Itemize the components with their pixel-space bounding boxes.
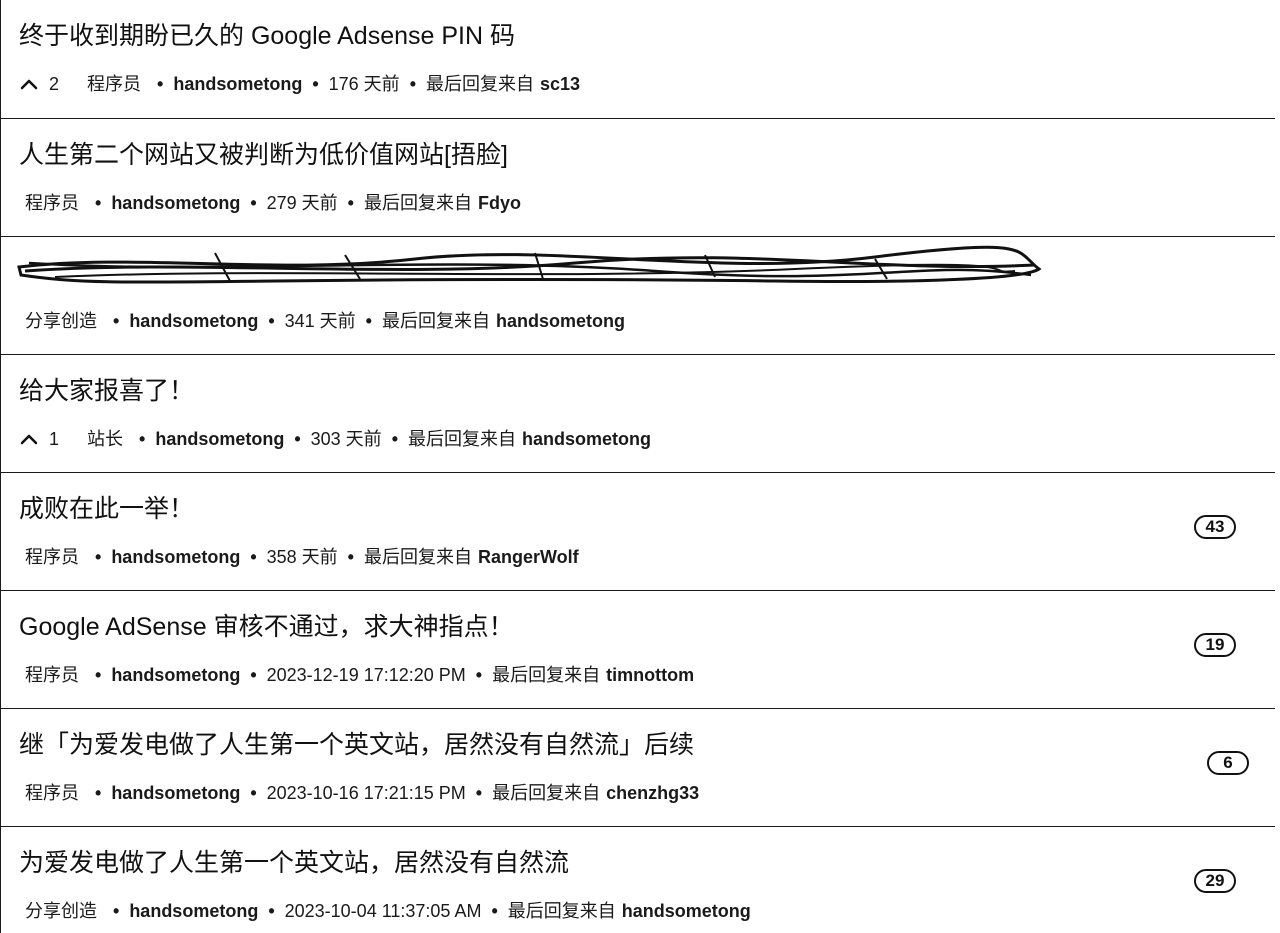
topic-meta: 程序员 • handsometong • 358 天前 • 最后回复来自 Ran…: [19, 543, 579, 571]
separator-dot: •: [95, 665, 102, 685]
separator-dot: •: [312, 74, 319, 94]
topic-title-link[interactable]: 成败在此一举！: [19, 493, 194, 525]
separator-dot: •: [391, 429, 398, 449]
separator-dot: •: [491, 901, 498, 921]
node-link[interactable]: 程序员: [25, 661, 79, 689]
vote-count-group[interactable]: 1: [19, 425, 59, 453]
topic-item: 给大家报喜了！ 1 站长 • handsometong • 303 天前 • 最…: [0, 354, 1275, 472]
author-link[interactable]: handsometong: [155, 425, 284, 453]
last-reply-label: 最后回复来自: [492, 783, 601, 803]
author-link[interactable]: handsometong: [129, 897, 258, 925]
separator-dot: •: [250, 193, 257, 213]
post-time: 341 天前: [284, 311, 356, 331]
post-time: 2023-12-19 17:12:20 PM: [266, 665, 466, 685]
separator-dot: •: [475, 783, 483, 803]
topic-list: 终于收到期盼已久的 Google Adsense PIN 码 2 程序员 • h…: [0, 0, 1275, 933]
node-link[interactable]: 站长: [87, 425, 123, 453]
separator-dot: •: [365, 311, 372, 331]
reply-count-badge[interactable]: 29: [1194, 869, 1236, 893]
last-reply-user-link[interactable]: chenzhg33: [606, 779, 699, 807]
author-link[interactable]: handsometong: [111, 779, 240, 807]
node-link[interactable]: 程序员: [25, 189, 79, 217]
node-link[interactable]: 程序员: [25, 543, 79, 571]
separator-dot: •: [268, 901, 275, 921]
topic-item: 继「为爱发电做了人生第一个英文站，居然没有自然流」后续 程序员 • handso…: [0, 708, 1275, 826]
last-reply-label: 最后回复来自: [408, 429, 516, 449]
separator-dot: •: [95, 783, 102, 803]
last-reply-user-link[interactable]: RangerWolf: [478, 543, 579, 571]
author-link[interactable]: handsometong: [173, 70, 302, 98]
node-link[interactable]: 程序员: [25, 779, 79, 807]
topic-meta: 程序员 • handsometong • 2023-12-19 17:12:20…: [19, 661, 694, 689]
last-reply-label: 最后回复来自: [363, 193, 472, 213]
separator-dot: •: [347, 547, 354, 567]
last-reply-user-link[interactable]: Fdyo: [478, 189, 521, 217]
topic-title-link[interactable]: 继「为爱发电做了人生第一个英文站，居然没有自然流」后续: [19, 729, 694, 761]
reply-count-badge[interactable]: 43: [1194, 515, 1236, 539]
separator-dot: •: [268, 311, 275, 331]
reply-count-badge[interactable]: 6: [1207, 751, 1249, 775]
separator-dot: •: [113, 311, 120, 331]
topic-item: 为爱发电做了人生第一个英文站，居然没有自然流 分享创造 • handsometo…: [0, 826, 1275, 933]
separator-dot: •: [250, 665, 257, 685]
topic-item: 人生第二个网站又被判断为低价值网站[捂脸] 程序员 • handsometong…: [0, 118, 1275, 236]
separator-dot: •: [113, 901, 120, 921]
separator-dot: •: [294, 429, 301, 449]
topic-item: 分享创造 • handsometong • 341 天前 • 最后回复来自 ha…: [0, 236, 1275, 354]
separator-dot: •: [139, 429, 146, 449]
separator-dot: •: [475, 665, 483, 685]
post-time: 176 天前: [328, 74, 400, 94]
author-link[interactable]: handsometong: [111, 661, 240, 689]
topic-title-link[interactable]: 为爱发电做了人生第一个英文站，居然没有自然流: [19, 847, 569, 879]
author-link[interactable]: handsometong: [129, 307, 258, 335]
topic-meta: 分享创造 • handsometong • 341 天前 • 最后回复来自 ha…: [19, 307, 625, 335]
separator-dot: •: [347, 193, 354, 213]
topic-item: 终于收到期盼已久的 Google Adsense PIN 码 2 程序员 • h…: [0, 0, 1275, 118]
author-link[interactable]: handsometong: [111, 543, 240, 571]
separator-dot: •: [250, 783, 257, 803]
vote-count-group[interactable]: 2: [19, 70, 59, 98]
separator-dot: •: [250, 547, 257, 567]
node-link[interactable]: 程序员: [87, 70, 141, 98]
upvote-chevron-icon: [20, 79, 38, 90]
topic-item: 成败在此一举！ 程序员 • handsometong • 358 天前 • 最后…: [0, 472, 1275, 590]
topic-title-link[interactable]: 人生第二个网站又被判断为低价值网站[捂脸]: [19, 139, 508, 171]
separator-dot: •: [95, 193, 102, 213]
post-time: 358 天前: [266, 547, 338, 567]
topic-meta: 1 站长 • handsometong • 303 天前 • 最后回复来自 ha…: [19, 425, 651, 453]
node-link[interactable]: 分享创造: [25, 897, 97, 925]
last-reply-user-link[interactable]: handsometong: [522, 425, 651, 453]
last-reply-user-link[interactable]: handsometong: [622, 897, 751, 925]
topic-meta: 程序员 • handsometong • 2023-10-16 17:21:15…: [19, 779, 699, 807]
last-reply-label: 最后回复来自: [507, 901, 616, 921]
last-reply-label: 最后回复来自: [492, 665, 601, 685]
post-time: 303 天前: [310, 429, 382, 449]
topic-title-link[interactable]: 给大家报喜了！: [19, 375, 194, 407]
last-reply-user-link[interactable]: handsometong: [496, 307, 625, 335]
last-reply-label: 最后回复来自: [363, 547, 472, 567]
vote-count: 1: [49, 429, 60, 449]
separator-dot: •: [409, 74, 416, 94]
node-link[interactable]: 分享创造: [25, 307, 97, 335]
topic-item: Google AdSense 审核不通过，求大神指点！ 程序员 • handso…: [0, 590, 1275, 708]
post-time: 279 天前: [266, 193, 338, 213]
topic-meta: 程序员 • handsometong • 279 天前 • 最后回复来自 Fdy…: [19, 189, 521, 217]
topic-meta: 2 程序员 • handsometong • 176 天前 • 最后回复来自 s…: [19, 70, 580, 98]
upvote-chevron-icon: [20, 434, 38, 445]
reply-count-badge[interactable]: 19: [1194, 633, 1236, 657]
topic-meta: 分享创造 • handsometong • 2023-10-04 11:37:0…: [19, 897, 751, 925]
vote-count: 2: [49, 74, 60, 94]
author-link[interactable]: handsometong: [111, 189, 240, 217]
separator-dot: •: [157, 74, 164, 94]
last-reply-label: 最后回复来自: [381, 311, 490, 331]
last-reply-label: 最后回复来自: [426, 74, 534, 94]
last-reply-user-link[interactable]: timnottom: [606, 661, 694, 689]
last-reply-user-link[interactable]: sc13: [540, 70, 580, 98]
redaction-scribble: [17, 245, 1042, 284]
topic-title-link[interactable]: Google AdSense 审核不通过，求大神指点！: [19, 611, 514, 643]
topic-title-link[interactable]: 终于收到期盼已久的 Google Adsense PIN 码: [19, 20, 515, 52]
post-time: 2023-10-16 17:21:15 PM: [266, 783, 466, 803]
separator-dot: •: [95, 547, 102, 567]
post-time: 2023-10-04 11:37:05 AM: [284, 901, 482, 921]
